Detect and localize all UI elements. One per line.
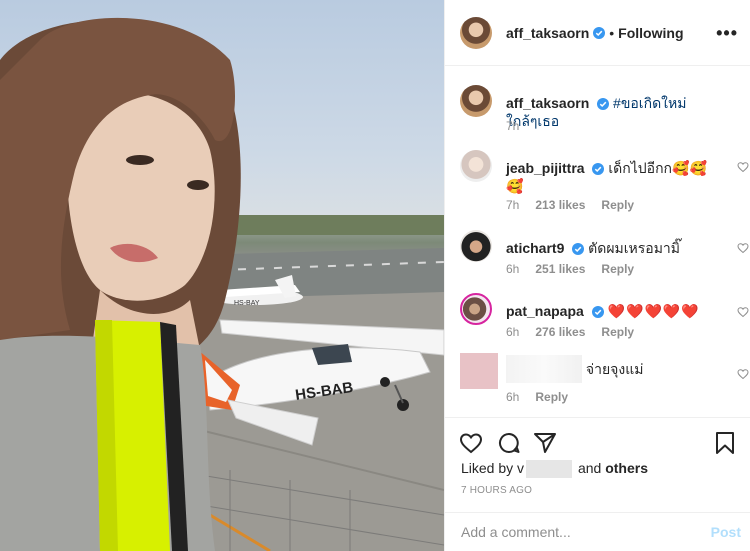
commenter-avatar[interactable] — [460, 150, 492, 182]
liked-by-others-link[interactable]: others — [605, 460, 648, 476]
comments-list: aff_taksaorn #ขอเกิดใหม่ใกล้ๆเธอ 7h jeab… — [445, 67, 750, 417]
comment-likes[interactable]: 276 likes — [535, 325, 585, 339]
like-comment-heart-icon[interactable] — [737, 242, 749, 254]
add-comment-bar: Post — [445, 512, 750, 551]
like-comment-heart-icon[interactable] — [737, 161, 749, 173]
commenter-avatar[interactable] — [460, 293, 492, 325]
comment-text-row: atichart9 ตัดผมเหรอมามิ๊ — [506, 239, 716, 257]
comment-meta: 7h 213 likes Reply — [506, 198, 634, 212]
comment-text: จ่ายจุงแม่ — [585, 361, 644, 377]
share-paper-plane-icon[interactable] — [533, 431, 557, 455]
like-heart-icon[interactable] — [459, 431, 483, 455]
instagram-post: HS-BAY HS-BAB aff_taksaorn • Following •… — [0, 0, 750, 551]
plane-registration-secondary: HS-BAY — [234, 300, 260, 307]
verified-badge-icon — [593, 26, 606, 39]
comment-username[interactable]: pat_napapa — [506, 303, 584, 319]
liked-by-line: Liked by v and others — [461, 460, 648, 479]
more-horizontal-icon[interactable]: ••• — [716, 24, 738, 42]
comment-meta: 6h 276 likes Reply — [506, 325, 634, 339]
comment-time: 7h — [506, 198, 520, 212]
reply-button[interactable]: Reply — [601, 198, 634, 212]
comment-text-row: จ่ายจุงแม่ — [506, 355, 716, 383]
comment-likes[interactable]: 251 likes — [535, 262, 585, 276]
liked-by-and: and — [577, 460, 602, 476]
comment-text: ตัดผมเหรอมามิ๊ — [588, 240, 681, 256]
verified-badge-icon — [572, 243, 585, 255]
header-username[interactable]: aff_taksaorn — [506, 25, 589, 41]
comment-meta: 6h 251 likes Reply — [506, 262, 634, 276]
comment-time: 6h — [506, 325, 520, 339]
post-timestamp: 7 HOURS AGO — [461, 485, 533, 496]
comment-text-row: jeab_pijittra เด็กไปอีกก🥰🥰🥰 — [506, 159, 716, 195]
following-button[interactable]: Following — [618, 25, 683, 41]
caption-time: 7h — [506, 119, 520, 133]
commenter-avatar-redacted[interactable] — [460, 353, 498, 389]
header-separator: • — [609, 24, 615, 41]
caption-text-row: aff_taksaorn #ขอเกิดใหม่ใกล้ๆเธอ — [506, 94, 716, 130]
reply-button[interactable]: Reply — [601, 325, 634, 339]
comment-text: ❤️❤️❤️❤️❤️ — [607, 303, 700, 319]
post-photo[interactable]: HS-BAY HS-BAB — [0, 0, 444, 551]
post-actions: Liked by v and others 7 HOURS AGO — [445, 417, 750, 513]
verified-badge-icon — [591, 306, 604, 318]
comment-meta: 6h Reply — [506, 390, 568, 404]
reply-button[interactable]: Reply — [535, 390, 568, 404]
save-bookmark-icon[interactable] — [713, 431, 737, 455]
add-comment-input[interactable] — [461, 521, 691, 543]
commenter-avatar[interactable] — [460, 230, 492, 262]
selfie-with-airplane-image: HS-BAY HS-BAB — [0, 17, 444, 551]
caption-avatar[interactable] — [460, 85, 492, 117]
verified-badge-icon — [597, 98, 610, 110]
post-header: aff_taksaorn • Following ••• — [445, 0, 750, 66]
owner-avatar[interactable] — [460, 16, 492, 49]
liked-by-user-redacted — [526, 460, 573, 479]
verified-badge-icon — [592, 163, 605, 175]
reply-button[interactable]: Reply — [601, 262, 634, 276]
comment-bubble-icon[interactable] — [497, 431, 521, 455]
caption-meta: 7h — [506, 119, 519, 133]
post-comment-button[interactable]: Post — [711, 524, 741, 540]
comment-text-row: pat_napapa ❤️❤️❤️❤️❤️ — [506, 302, 716, 320]
liked-by-user[interactable]: v — [517, 460, 524, 476]
comment-username[interactable]: atichart9 — [506, 240, 564, 256]
caption-username[interactable]: aff_taksaorn — [506, 95, 589, 111]
commenter-name-redacted — [506, 355, 582, 383]
comment-username[interactable]: jeab_pijittra — [506, 160, 585, 176]
comment-time: 6h — [506, 390, 520, 404]
comment-time: 6h — [506, 262, 520, 276]
like-comment-heart-icon[interactable] — [737, 306, 749, 318]
like-comment-heart-icon[interactable] — [737, 368, 749, 380]
liked-by-prefix: Liked by — [461, 460, 514, 476]
post-side-panel: aff_taksaorn • Following ••• aff_taksaor… — [444, 0, 750, 551]
comment-likes[interactable]: 213 likes — [535, 198, 585, 212]
